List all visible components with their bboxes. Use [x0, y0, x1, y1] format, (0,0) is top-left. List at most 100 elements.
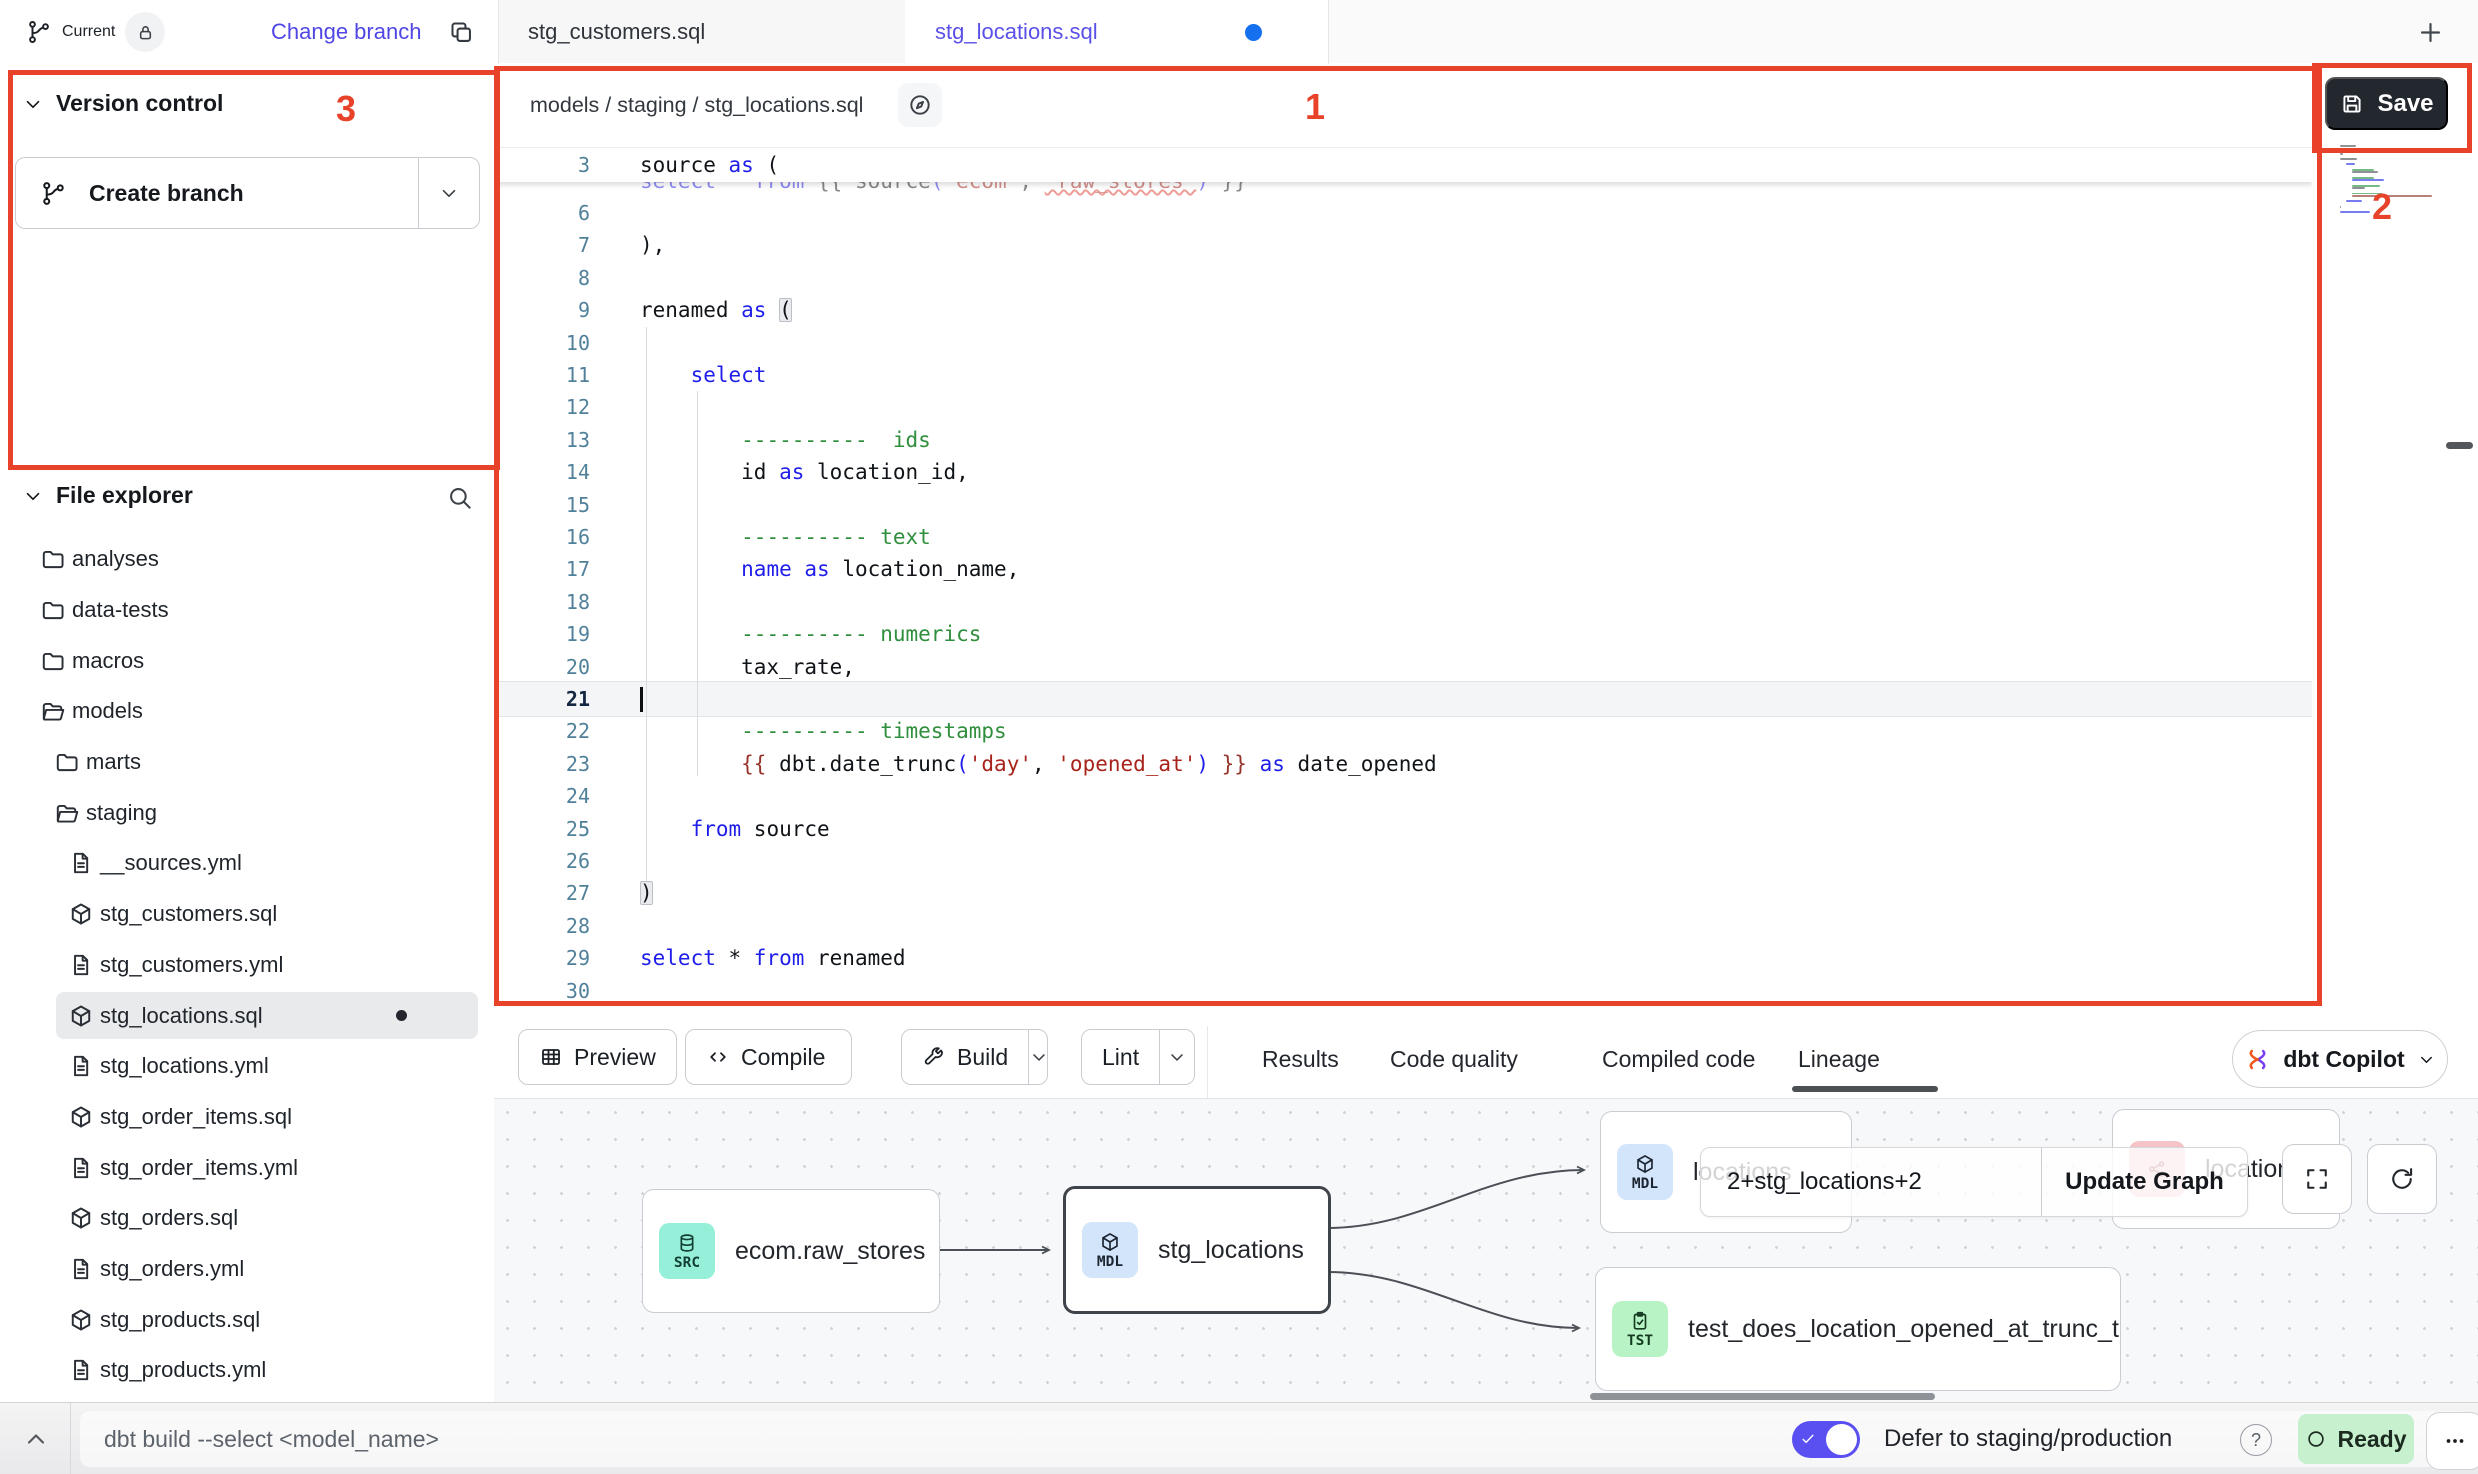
code-editor[interactable]: 67),89renamed as (1011 select1213 ------… [494, 148, 2312, 1026]
code-line-29: 29select * from renamed [494, 942, 2312, 974]
minimap-line [2352, 171, 2378, 173]
help-icon[interactable]: ? [2240, 1424, 2272, 1456]
editor-tab-stg_locations.sql[interactable]: stg_locations.sql [905, 0, 1328, 64]
lineage-node-ecom.raw_stores[interactable]: SRCecom.raw_stores [642, 1189, 940, 1313]
chevron-up-icon[interactable] [22, 1425, 50, 1453]
code-line-28: 28 [494, 910, 2312, 942]
sticky-scroll-line: 3source as ( [494, 148, 2312, 182]
overflow-menu-button[interactable] [2426, 1412, 2478, 1470]
code-line-9: 9renamed as ( [494, 294, 2312, 326]
dbt-copilot-button[interactable]: dbt Copilot [2232, 1030, 2448, 1088]
file-tree-item-marts[interactable]: marts [0, 737, 494, 788]
file-tree-item-stg_locations.sql[interactable]: stg_locations.sql [0, 990, 494, 1041]
file-tree-item-stg_orders.yml[interactable]: stg_orders.yml [0, 1244, 494, 1295]
editor-pane[interactable]: models / staging / stg_locations.sql 67)… [494, 64, 2312, 1026]
copy-icon[interactable] [448, 19, 475, 46]
search-icon[interactable] [446, 484, 473, 511]
file-tree-item-stg_orders.sql[interactable]: stg_orders.sql [0, 1193, 494, 1244]
folder-open-icon [40, 698, 66, 724]
code-minimap[interactable] [2340, 145, 2450, 216]
chevron-up-icon[interactable] [22, 1425, 50, 1453]
git-branch-icon [26, 19, 52, 45]
panel-tab-results[interactable]: Results [1262, 1026, 1339, 1092]
create-branch-dropdown[interactable] [418, 158, 479, 228]
refresh-button[interactable] [2367, 1144, 2437, 1214]
file-tree-item-models[interactable]: models [0, 686, 494, 737]
file-tree-item-stg_order_items.sql[interactable]: stg_order_items.sql [0, 1092, 494, 1143]
lineage-selector-input[interactable] [1701, 1148, 2041, 1216]
compass-icon[interactable] [907, 92, 933, 118]
tab-divider [1328, 0, 1329, 64]
version-control-header[interactable]: Version control [22, 90, 223, 117]
file-explorer-header[interactable]: File explorer [22, 482, 193, 509]
dbt-copilot-logo-icon [2244, 1046, 2271, 1073]
build-button[interactable]: Build [901, 1029, 1048, 1085]
panel-resize-handle[interactable] [2446, 442, 2473, 449]
create-branch-button[interactable]: Create branch [15, 157, 480, 229]
code-line-21: 21 [494, 683, 2312, 715]
editor-tab-stg_customers.sql[interactable]: stg_customers.sql [498, 0, 905, 64]
file-tree-item-stg_locations.yml[interactable]: stg_locations.yml [0, 1041, 494, 1092]
file-tree-item-stg_products.yml[interactable]: stg_products.yml [0, 1345, 494, 1396]
create-branch-label: Create branch [89, 180, 244, 207]
table-icon [539, 1045, 563, 1069]
file-tree-item-stg_customers.yml[interactable]: stg_customers.yml [0, 940, 494, 991]
lint-dropdown[interactable] [1159, 1030, 1194, 1084]
clipboard-check-icon [1629, 1310, 1651, 1332]
chevron-down-icon [2417, 1050, 2436, 1069]
lineage-node-stg_locations[interactable]: MDLstg_locations [1063, 1186, 1331, 1314]
button-label: Lint [1102, 1044, 1139, 1071]
change-branch-link[interactable]: Change branch [271, 0, 421, 64]
tabstrip-empty [1328, 0, 2478, 63]
file-tree-item-stg_products.sql[interactable]: stg_products.sql [0, 1294, 494, 1345]
build-dropdown[interactable] [1028, 1030, 1048, 1084]
file-tree-item-staging[interactable]: staging [0, 787, 494, 838]
lock-icon [125, 12, 165, 52]
code-line-24: 24 [494, 780, 2312, 812]
code-line-10: 10 [494, 327, 2312, 359]
cube-icon [68, 1003, 94, 1029]
node-label: stg_locations [1158, 1236, 1304, 1265]
compile-button[interactable]: Compile [685, 1029, 852, 1085]
file-tree-item-stg_customers.sql[interactable]: stg_customers.sql [0, 889, 494, 940]
file-tree-item-__sources.yml[interactable]: __sources.yml [0, 838, 494, 889]
editor-right-column: Save [2312, 64, 2478, 1026]
defer-toggle[interactable] [1792, 1421, 1860, 1458]
preview-button[interactable]: Preview [518, 1029, 677, 1085]
copy-icon[interactable] [448, 19, 475, 46]
lineage-node-test_does_location_opened_at_trunc_t...[interactable]: TSTtest_does_location_opened_at_trunc_t.… [1595, 1267, 2121, 1391]
button-label: Build [957, 1044, 1008, 1071]
new-tab-plus-icon[interactable] [2416, 18, 2445, 47]
file-name: macros [72, 648, 144, 674]
search-icon[interactable] [446, 484, 473, 511]
current-branch-indicator[interactable]: Current [26, 0, 165, 64]
plus-icon[interactable] [2416, 18, 2445, 47]
lint-button[interactable]: Lint [1081, 1029, 1195, 1085]
save-icon [2339, 91, 2365, 117]
code-line-11: 11 select [494, 359, 2312, 391]
update-graph-button[interactable]: Update Graph [2042, 1148, 2247, 1216]
fullscreen-button[interactable] [2282, 1144, 2352, 1214]
save-icon [2339, 91, 2365, 117]
file-tree-item-analyses[interactable]: analyses [0, 534, 494, 585]
open-docs-icon[interactable] [898, 83, 942, 127]
file-icon [68, 1155, 94, 1181]
editor-breadcrumb-row: models / staging / stg_locations.sql [494, 64, 2312, 146]
chevron-down-icon [438, 182, 460, 204]
horizontal-scrollbar[interactable] [1590, 1393, 1935, 1400]
chevron-down-icon [22, 485, 44, 507]
panel-tab-lineage[interactable]: Lineage [1798, 1026, 1880, 1092]
save-button[interactable]: Save [2325, 77, 2448, 130]
file-tree-item-stg_order_items.yml[interactable]: stg_order_items.yml [0, 1142, 494, 1193]
mdl-badge: MDL [1617, 1144, 1673, 1200]
code-line-7: 7), [494, 229, 2312, 261]
minimap-line [2340, 158, 2357, 160]
file-tree-item-macros[interactable]: macros [0, 635, 494, 686]
lineage-graph[interactable]: SRCecom.raw_storesMDLstg_locationsMDLloc… [494, 1099, 2478, 1402]
file-icon [68, 1357, 94, 1383]
save-button-label: Save [2377, 90, 2433, 118]
file-tree-item-data-tests[interactable]: data-tests [0, 585, 494, 636]
panel-tab-compiled-code[interactable]: Compiled code [1602, 1026, 1755, 1092]
panel-tab-code-quality[interactable]: Code quality [1390, 1026, 1518, 1092]
file-name: stg_order_items.sql [100, 1104, 292, 1130]
